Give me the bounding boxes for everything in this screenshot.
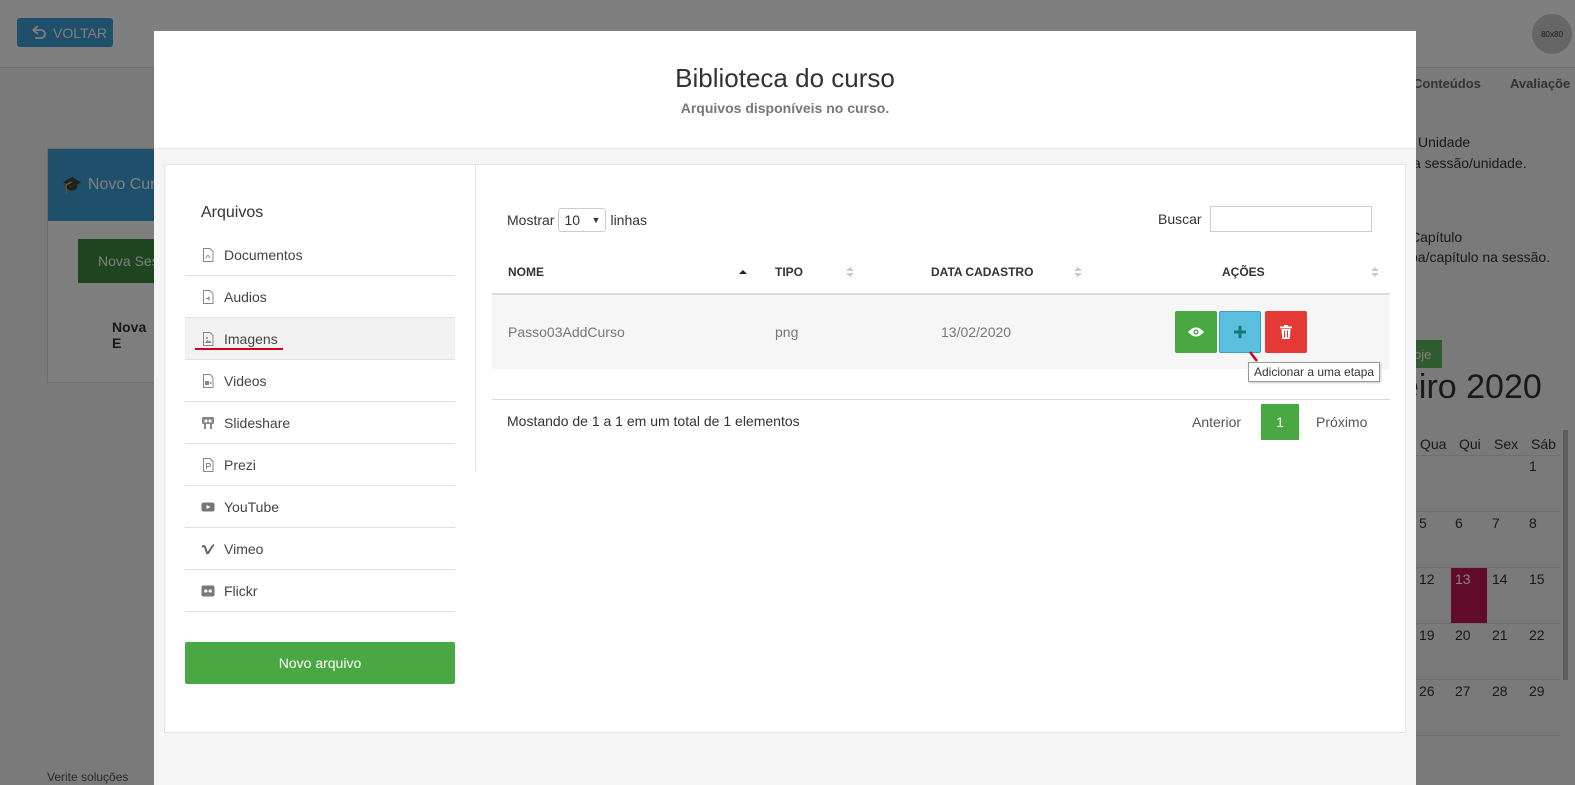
page-size-select[interactable]: 10 ▼ bbox=[558, 208, 607, 232]
pagination-previous[interactable]: Anterior bbox=[1192, 414, 1241, 430]
column-header-tipo[interactable]: TIPO bbox=[775, 251, 803, 293]
sidebar-item-label: Vimeo bbox=[224, 540, 264, 557]
slideshare-icon bbox=[201, 416, 215, 430]
file-date-cell: 13/02/2020 bbox=[941, 324, 1012, 340]
sidebar-item-audios[interactable]: Audios bbox=[185, 276, 455, 318]
table-header: NOME TIPO DATA CADASTRO AÇÕES bbox=[492, 251, 1390, 295]
flickr-icon bbox=[201, 584, 215, 598]
trash-icon bbox=[1280, 325, 1292, 339]
sidebar-item-label: Prezi bbox=[224, 456, 256, 473]
youtube-icon bbox=[201, 500, 215, 514]
vimeo-icon bbox=[201, 542, 215, 556]
tooltip: Adicionar a uma etapa bbox=[1248, 362, 1381, 382]
pagination-page-1[interactable]: 1 bbox=[1261, 404, 1300, 440]
pagination-next[interactable]: Próximo bbox=[1316, 414, 1367, 430]
files-table-area: Mostrar 10 ▼ linhas Buscar NOME TIPO DAT… bbox=[492, 165, 1392, 734]
sidebar-item-prezi[interactable]: Prezi bbox=[185, 444, 455, 486]
library-modal: Biblioteca do curso Arquivos disponíveis… bbox=[154, 31, 1416, 785]
plus-icon bbox=[1234, 326, 1246, 338]
sidebar-item-label: Audios bbox=[224, 288, 267, 305]
page-size-control: Mostrar 10 ▼ linhas bbox=[507, 208, 647, 232]
active-underline bbox=[195, 348, 283, 350]
modal-title: Biblioteca do curso bbox=[675, 63, 895, 93]
sidebar-item-videos[interactable]: Videos bbox=[185, 360, 455, 402]
prezi-icon bbox=[201, 457, 215, 472]
sort-asc-icon[interactable] bbox=[739, 265, 747, 279]
view-button[interactable] bbox=[1175, 311, 1217, 353]
show-label: Mostrar bbox=[507, 212, 555, 228]
sidebar-title: Arquivos bbox=[201, 204, 264, 221]
modal-header: Biblioteca do curso Arquivos disponíveis… bbox=[154, 31, 1416, 149]
file-audio-icon bbox=[201, 289, 215, 304]
sidebar-item-imagens[interactable]: Imagens bbox=[185, 318, 455, 360]
modal-panel: Arquivos Documentos Audios Imagens Video… bbox=[164, 164, 1406, 733]
file-video-icon bbox=[201, 373, 215, 388]
sidebar-item-documentos[interactable]: Documentos bbox=[185, 234, 455, 276]
rows-label: linhas bbox=[610, 212, 648, 228]
delete-button[interactable] bbox=[1265, 311, 1307, 353]
column-header-data-cadastro[interactable]: DATA CADASTRO bbox=[931, 251, 1033, 293]
sidebar-item-vimeo[interactable]: Vimeo bbox=[185, 528, 455, 570]
file-type-cell: png bbox=[775, 324, 799, 340]
sidebar-item-label: Documentos bbox=[224, 246, 303, 263]
sidebar-item-label: Videos bbox=[224, 372, 267, 389]
file-pdf-icon bbox=[201, 247, 215, 262]
sidebar-item-flickr[interactable]: Flickr bbox=[185, 570, 455, 612]
page-size-value: 10 bbox=[564, 212, 581, 228]
file-image-icon bbox=[201, 331, 215, 346]
search-control: Buscar bbox=[1158, 206, 1372, 232]
caret-down-icon: ▼ bbox=[591, 215, 601, 225]
table-row: Passo03AddCurso png 13/02/2020 Adicionar… bbox=[492, 295, 1390, 382]
sort-both-icon[interactable] bbox=[1371, 265, 1379, 279]
table-divider bbox=[492, 399, 1390, 400]
sidebar-item-label: Slideshare bbox=[224, 414, 291, 431]
file-type-list: Documentos Audios Imagens Videos Slidesh… bbox=[185, 234, 455, 612]
sidebar-item-slideshare[interactable]: Slideshare bbox=[185, 402, 455, 444]
eye-icon bbox=[1188, 327, 1204, 337]
new-file-button[interactable]: Novo arquivo bbox=[185, 642, 455, 684]
sidebar-item-label: Flickr bbox=[224, 582, 258, 599]
sort-both-icon[interactable] bbox=[846, 265, 854, 279]
file-type-sidebar: Arquivos Documentos Audios Imagens Video… bbox=[165, 165, 476, 612]
sidebar-item-youtube[interactable]: YouTube bbox=[185, 486, 455, 528]
sidebar-item-label: Imagens bbox=[224, 330, 278, 347]
column-header-acoes[interactable]: AÇÕES bbox=[1222, 251, 1265, 293]
file-name-cell: Passo03AddCurso bbox=[508, 324, 625, 340]
column-header-nome[interactable]: NOME bbox=[508, 251, 544, 293]
pagination: Anterior 1 Próximo bbox=[1192, 404, 1367, 440]
table-info: Mostando de 1 a 1 em um total de 1 eleme… bbox=[507, 413, 800, 429]
add-to-step-button[interactable] bbox=[1219, 311, 1261, 353]
search-label: Buscar bbox=[1158, 211, 1202, 227]
sort-both-icon[interactable] bbox=[1074, 265, 1082, 279]
files-table: NOME TIPO DATA CADASTRO AÇÕES Passo03Add… bbox=[492, 251, 1390, 382]
sidebar-item-label: YouTube bbox=[224, 498, 280, 515]
search-input[interactable] bbox=[1209, 206, 1372, 232]
modal-subtitle: Arquivos disponíveis no curso. bbox=[680, 100, 890, 116]
